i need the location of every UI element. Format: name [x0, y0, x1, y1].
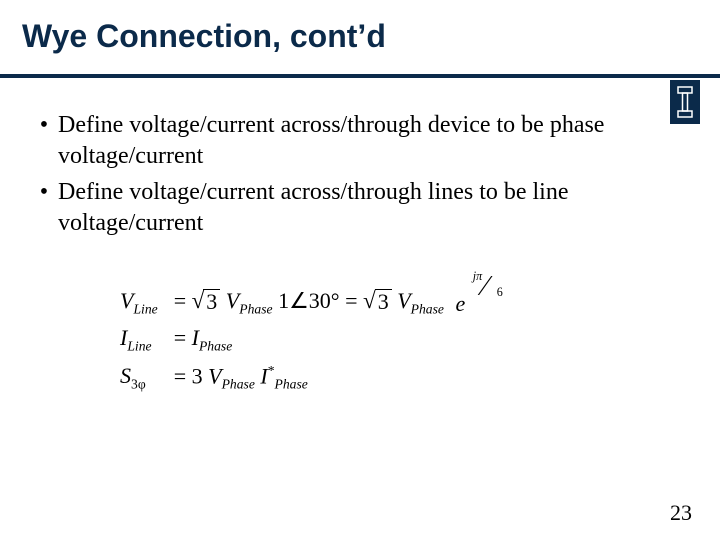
page-number: 23 — [670, 500, 692, 526]
illinois-block-i-icon — [670, 80, 700, 124]
slide-title: Wye Connection, cont’d — [22, 18, 386, 55]
title-underline — [0, 74, 720, 78]
bullet-text: Define voltage/current across/through de… — [58, 110, 610, 171]
list-item: • Define voltage/current across/through … — [30, 110, 610, 171]
equation-vline: VLine = √3 VPhase 1∠30° = √3 VPhase e — [118, 284, 509, 321]
equation-block: VLine = √3 VPhase 1∠30° = √3 VPhase e — [118, 284, 509, 397]
bullet-icon: • — [30, 177, 58, 238]
bullet-list: • Define voltage/current across/through … — [30, 110, 610, 245]
bullet-text: Define voltage/current across/through li… — [58, 177, 610, 238]
bullet-icon: • — [30, 110, 58, 171]
list-item: • Define voltage/current across/through … — [30, 177, 610, 238]
equation-iline: ILine = IPhase — [118, 321, 509, 358]
equation-s3phi: S3φ = 3 VPhase I*Phase — [118, 359, 509, 397]
slide: Wye Connection, cont’d • Define voltage/… — [0, 0, 720, 540]
